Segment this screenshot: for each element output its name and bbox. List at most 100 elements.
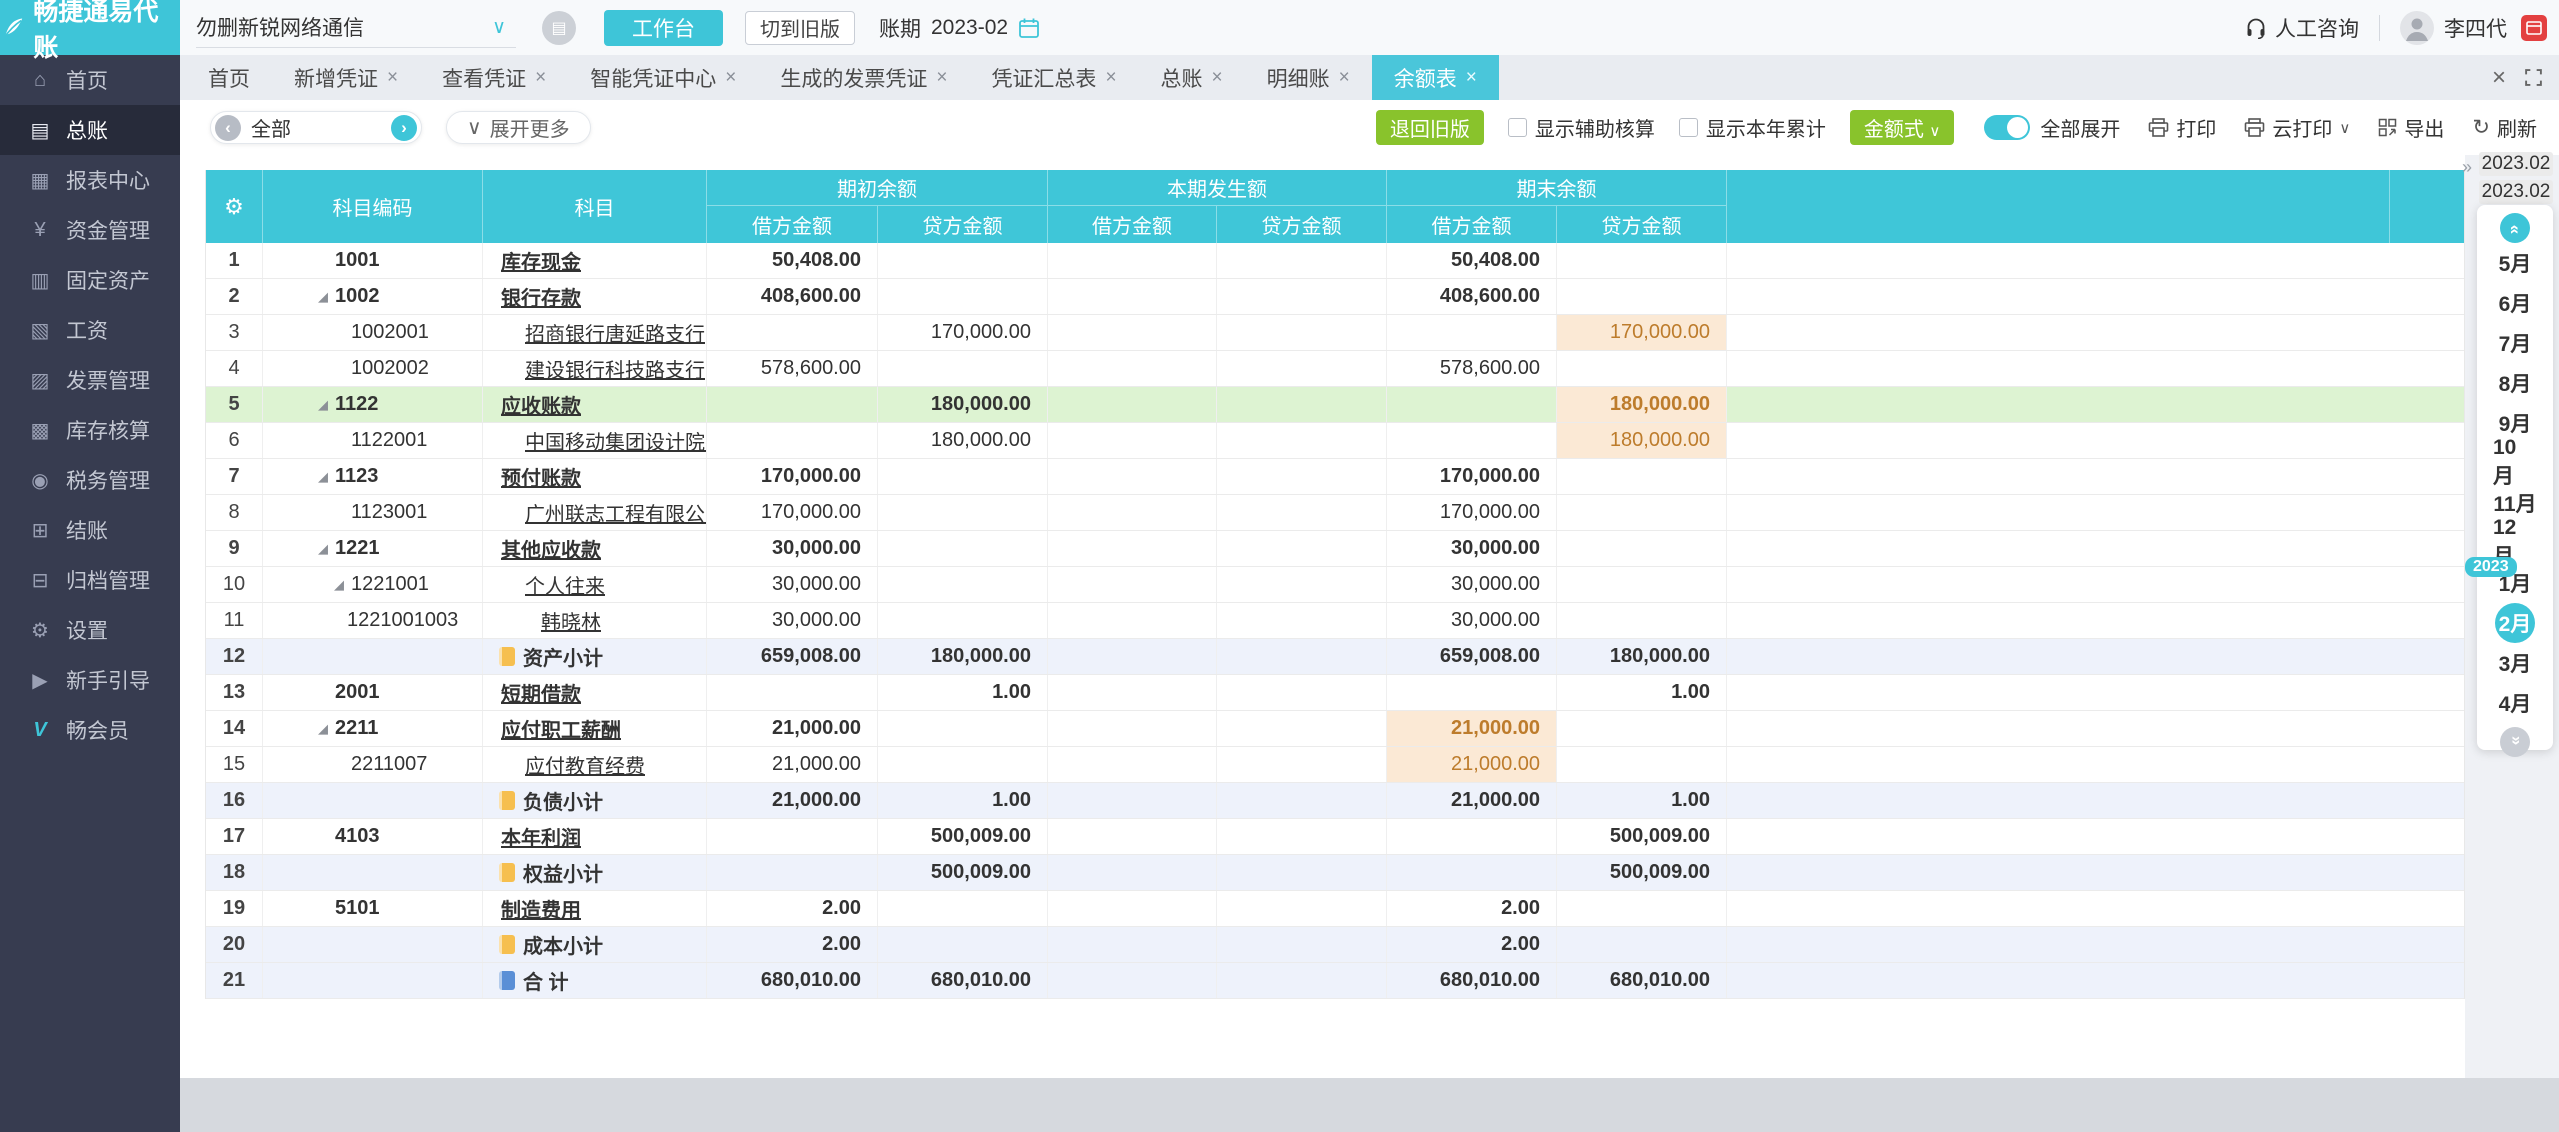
sidebar-item-报表中心[interactable]: ▦ 报表中心 bbox=[0, 155, 180, 205]
account-name-link[interactable]: 韩晓林 bbox=[541, 606, 601, 635]
expand-triangle-icon[interactable]: ◢ bbox=[318, 541, 335, 557]
account-name-link[interactable]: 广州联志工程有限公司 bbox=[525, 498, 706, 527]
month-item-5月[interactable]: 5月 bbox=[2493, 243, 2537, 283]
account-name-link[interactable]: 短期借款 bbox=[501, 678, 581, 707]
support-link[interactable]: 人工咨询 bbox=[2245, 13, 2359, 43]
close-tab-icon[interactable]: × bbox=[1466, 67, 1477, 89]
table-row[interactable]: 11 1221001003 韩晓林 30,000.00 30,000.00 bbox=[206, 603, 2464, 639]
account-name-link[interactable]: 应付职工薪酬 bbox=[501, 714, 621, 743]
account-name-link[interactable]: 建设银行科技路支行 bbox=[525, 354, 705, 383]
tab-首页[interactable]: 首页 bbox=[186, 55, 272, 100]
tab-新增凭证[interactable]: 新增凭证 × bbox=[272, 55, 420, 100]
expand-triangle-icon[interactable]: ◢ bbox=[318, 721, 335, 737]
table-row[interactable]: 10 ◢ 1221001 个人往来 30,000.00 30,000.00 bbox=[206, 567, 2464, 603]
close-tab-icon[interactable]: × bbox=[535, 67, 546, 89]
tab-余额表[interactable]: 余额表 × bbox=[1371, 55, 1499, 100]
expand-triangle-icon[interactable]: ◢ bbox=[334, 577, 351, 593]
gear-icon[interactable]: ⚙ bbox=[224, 194, 244, 220]
close-tab-icon[interactable]: × bbox=[1339, 67, 1350, 89]
export-button[interactable]: 导出 bbox=[2378, 113, 2444, 142]
document-icon[interactable]: ▤ bbox=[542, 10, 576, 45]
account-name-link[interactable]: 库存现金 bbox=[501, 246, 581, 275]
table-row[interactable]: 3 1002001 招商银行唐延路支行 170,000.00 170,000.00 bbox=[206, 315, 2464, 351]
month-item-6月[interactable]: 6月 bbox=[2493, 283, 2537, 323]
close-tab-icon[interactable]: × bbox=[387, 67, 398, 89]
account-name-link[interactable]: 预付账款 bbox=[501, 462, 581, 491]
sidebar-item-工资[interactable]: ▧ 工资 bbox=[0, 305, 180, 355]
sidebar-item-税务管理[interactable]: ◉ 税务管理 bbox=[0, 455, 180, 505]
tab-生成的发票凭证[interactable]: 生成的发票凭证 × bbox=[758, 55, 969, 100]
sidebar-item-归档管理[interactable]: ⊟ 归档管理 bbox=[0, 555, 180, 605]
table-row[interactable]: 18 权益小计 500,009.00 500,009.00 bbox=[206, 855, 2464, 891]
month-item-2月[interactable]: 2月 bbox=[2495, 603, 2535, 643]
amount-style-button[interactable]: 金额式 ∨ bbox=[1849, 110, 1955, 145]
table-row[interactable]: 8 1123001 广州联志工程有限公司 170,000.00 170,000.00 bbox=[206, 495, 2464, 531]
sidebar-item-结账[interactable]: ⊞ 结账 bbox=[0, 505, 180, 555]
switch-old-version-button[interactable]: 切到旧版 bbox=[745, 10, 855, 45]
table-row[interactable]: 21 合 计 680,010.00 680,010.00 680,010.00 680,0… bbox=[206, 963, 2464, 999]
workbench-button[interactable]: 工作台 bbox=[604, 9, 723, 46]
sidebar-item-发票管理[interactable]: ▨ 发票管理 bbox=[0, 355, 180, 405]
expand-all-toggle[interactable] bbox=[1984, 115, 2031, 140]
scroll-months-up-button[interactable]: « bbox=[2500, 213, 2530, 243]
table-row[interactable]: 16 负债小计 21,000.00 1.00 21,000.00 1.00 bbox=[206, 783, 2464, 819]
cloud-print-button[interactable]: 云打印 ∨ bbox=[2244, 113, 2350, 142]
close-all-tabs-icon[interactable]: × bbox=[2492, 65, 2506, 90]
account-name-link[interactable]: 中国移动集团设计院有限公司陕 bbox=[525, 426, 706, 455]
close-tab-icon[interactable]: × bbox=[936, 67, 947, 89]
collapse-panel-icon[interactable]: » bbox=[2462, 157, 2472, 178]
sidebar-item-总账[interactable]: ▤ 总账 bbox=[0, 105, 180, 155]
period-chip-top[interactable]: 2023.02 bbox=[2479, 152, 2553, 176]
table-row[interactable]: 9 ◢ 1221 其他应收款 30,000.00 30,000.00 bbox=[206, 531, 2464, 567]
tab-凭证汇总表[interactable]: 凭证汇总表 × bbox=[969, 55, 1138, 100]
tab-总账[interactable]: 总账 × bbox=[1139, 55, 1245, 100]
expand-triangle-icon[interactable]: ◢ bbox=[318, 397, 335, 413]
expand-triangle-icon[interactable]: ◢ bbox=[318, 289, 335, 305]
table-row[interactable]: 12 资产小计 659,008.00 180,000.00 659,008.00 180,… bbox=[206, 639, 2464, 675]
table-row[interactable]: 17 4103 本年利润 500,009.00 500,009.00 bbox=[206, 819, 2464, 855]
month-item-10月[interactable]: 10月 bbox=[2493, 436, 2537, 488]
month-item-7月[interactable]: 7月 bbox=[2493, 323, 2537, 363]
account-name-link[interactable]: 银行存款 bbox=[501, 282, 581, 311]
sidebar-item-固定资产[interactable]: ▥ 固定资产 bbox=[0, 255, 180, 305]
tab-明细账[interactable]: 明细账 × bbox=[1245, 55, 1372, 100]
table-row[interactable]: 2 ◢ 1002 银行存款 408,600.00 408,600.00 bbox=[206, 279, 2464, 315]
expand-triangle-icon[interactable]: ◢ bbox=[318, 469, 335, 485]
account-name-link[interactable]: 本年利润 bbox=[501, 822, 581, 851]
account-name-link[interactable]: 其他应收款 bbox=[501, 534, 601, 563]
table-row[interactable]: 13 2001 短期借款 1.00 1.00 bbox=[206, 675, 2464, 711]
sidebar-item-设置[interactable]: ⚙ 设置 bbox=[0, 605, 180, 655]
chevron-right-icon[interactable]: › bbox=[391, 114, 417, 141]
account-name-link[interactable]: 应收账款 bbox=[501, 390, 581, 419]
sidebar-item-库存核算[interactable]: ▩ 库存核算 bbox=[0, 405, 180, 455]
fullscreen-icon[interactable] bbox=[2524, 68, 2543, 87]
table-row[interactable]: 6 1122001 中国移动集团设计院有限公司陕 180,000.00 180,000.… bbox=[206, 423, 2464, 459]
period-chip-bottom[interactable]: 2023.02 bbox=[2479, 180, 2553, 204]
expand-more-button[interactable]: ∨ 展开更多 bbox=[446, 111, 591, 144]
table-row[interactable]: 20 成本小计 2.00 2.00 bbox=[206, 927, 2464, 963]
calendar-icon[interactable] bbox=[1018, 17, 1040, 39]
account-name-link[interactable]: 招商银行唐延路支行 bbox=[525, 318, 705, 347]
month-item-4月[interactable]: 4月 bbox=[2493, 683, 2537, 723]
table-row[interactable]: 4 1002002 建设银行科技路支行 578,600.00 578,600.00 bbox=[206, 351, 2464, 387]
table-row[interactable]: 15 2211007 应付教育经费 21,000.00 21,000.00 bbox=[206, 747, 2464, 783]
table-row[interactable]: 1 1001 库存现金 50,408.00 50,408.00 bbox=[206, 243, 2464, 279]
show-ytd-checkbox[interactable]: 显示本年累计 bbox=[1678, 113, 1826, 142]
table-row[interactable]: 19 5101 制造费用 2.00 2.00 bbox=[206, 891, 2464, 927]
print-button[interactable]: 打印 bbox=[2148, 113, 2216, 142]
checkbox-icon[interactable] bbox=[1678, 118, 1698, 137]
table-row[interactable]: 7 ◢ 1123 预付账款 170,000.00 170,000.00 bbox=[206, 459, 2464, 495]
scroll-months-down-button[interactable]: « bbox=[2500, 727, 2530, 757]
month-item-3月[interactable]: 3月 bbox=[2493, 643, 2537, 683]
notification-icon[interactable] bbox=[2521, 14, 2547, 41]
sidebar-item-资金管理[interactable]: ¥ 资金管理 bbox=[0, 205, 180, 255]
sidebar-item-畅会员[interactable]: V 畅会员 bbox=[0, 705, 180, 755]
month-item-8月[interactable]: 8月 bbox=[2493, 363, 2537, 403]
close-tab-icon[interactable]: × bbox=[1212, 67, 1223, 89]
checkbox-icon[interactable] bbox=[1507, 118, 1527, 137]
chevron-left-icon[interactable]: ‹ bbox=[215, 114, 241, 141]
show-auxiliary-checkbox[interactable]: 显示辅助核算 bbox=[1507, 113, 1655, 142]
refresh-button[interactable]: ↻ 刷新 bbox=[2472, 113, 2537, 142]
back-to-old-version-button[interactable]: 退回旧版 bbox=[1375, 110, 1484, 145]
tab-查看凭证[interactable]: 查看凭证 × bbox=[420, 55, 568, 100]
